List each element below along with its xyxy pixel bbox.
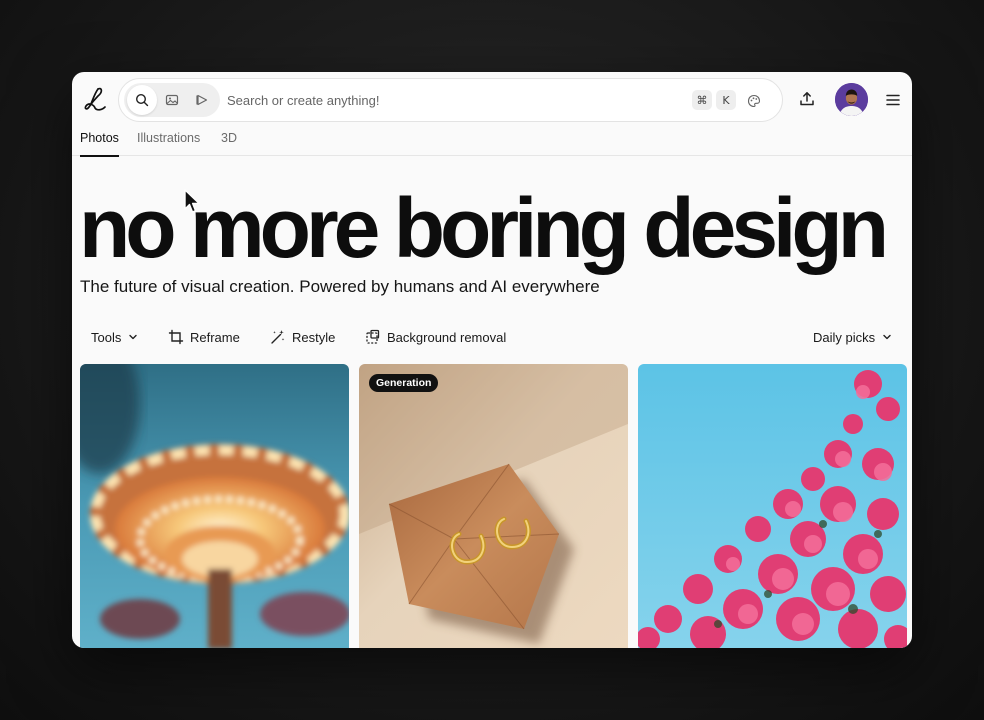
shortcut-cmd-key: ⌘ (692, 90, 712, 110)
tab-illustrations[interactable]: Illustrations (137, 131, 200, 155)
logo[interactable] (80, 84, 108, 114)
hero-subtitle: The future of visual creation. Powered b… (80, 277, 600, 296)
bougainvillea-photo (638, 364, 907, 648)
video-mode-button[interactable] (187, 85, 217, 115)
tools-bar: Tools Reframe Restyle Background removal… (72, 324, 912, 350)
user-avatar-image (835, 83, 868, 116)
gallery-card-earrings[interactable]: Generation (359, 364, 628, 648)
reframe-label: Reframe (190, 329, 240, 345)
chevron-down-icon (883, 334, 891, 340)
background-removal-icon (366, 329, 380, 344)
search-icon (135, 93, 149, 107)
image-gallery: Generation (80, 364, 908, 648)
image-mode-button[interactable] (157, 85, 187, 115)
background-removal-label: Background removal (387, 329, 507, 345)
restyle-label: Restyle (292, 329, 336, 345)
crop-icon (168, 329, 184, 345)
tab-photos[interactable]: Photos (80, 131, 119, 157)
tools-dropdown[interactable]: Tools (91, 324, 139, 350)
chevron-down-icon (129, 334, 138, 340)
background-removal-button[interactable]: Background removal (365, 324, 506, 350)
restyle-button[interactable]: Restyle (270, 324, 335, 350)
video-icon (196, 94, 208, 106)
hamburger-menu-icon (886, 94, 900, 106)
palette-button[interactable] (743, 90, 765, 112)
magic-wand-icon (271, 330, 285, 344)
category-tabs: Photos Illustrations 3D (72, 128, 912, 157)
search-mode-button[interactable] (127, 85, 157, 115)
tab-3d[interactable]: 3D (221, 131, 237, 155)
upload-button[interactable] (796, 88, 818, 110)
tools-label: Tools (91, 329, 122, 345)
palette-icon (747, 94, 761, 108)
search-mode-toggle (124, 83, 220, 117)
top-bar: ⌘ K (72, 72, 912, 128)
gallery-card-carousel[interactable] (80, 364, 349, 648)
carousel-photo (80, 364, 349, 648)
menu-button[interactable] (882, 89, 904, 111)
image-icon (165, 94, 179, 106)
daily-picks-label: Daily picks (813, 329, 876, 345)
earrings-photo (359, 364, 628, 648)
reframe-button[interactable]: Reframe (168, 324, 240, 350)
generation-badge: Generation (369, 374, 439, 392)
gallery-card-bougainvillea[interactable] (638, 364, 907, 648)
daily-picks-dropdown[interactable]: Daily picks (813, 324, 893, 350)
search-bar[interactable]: ⌘ K (118, 78, 783, 122)
logo-icon (84, 87, 106, 111)
app-window: ⌘ K (72, 72, 912, 648)
shortcut-k-key: K (716, 90, 736, 110)
mouse-cursor-icon (184, 189, 200, 213)
avatar[interactable] (835, 83, 868, 116)
search-input[interactable] (227, 89, 667, 111)
upload-icon (800, 92, 814, 106)
